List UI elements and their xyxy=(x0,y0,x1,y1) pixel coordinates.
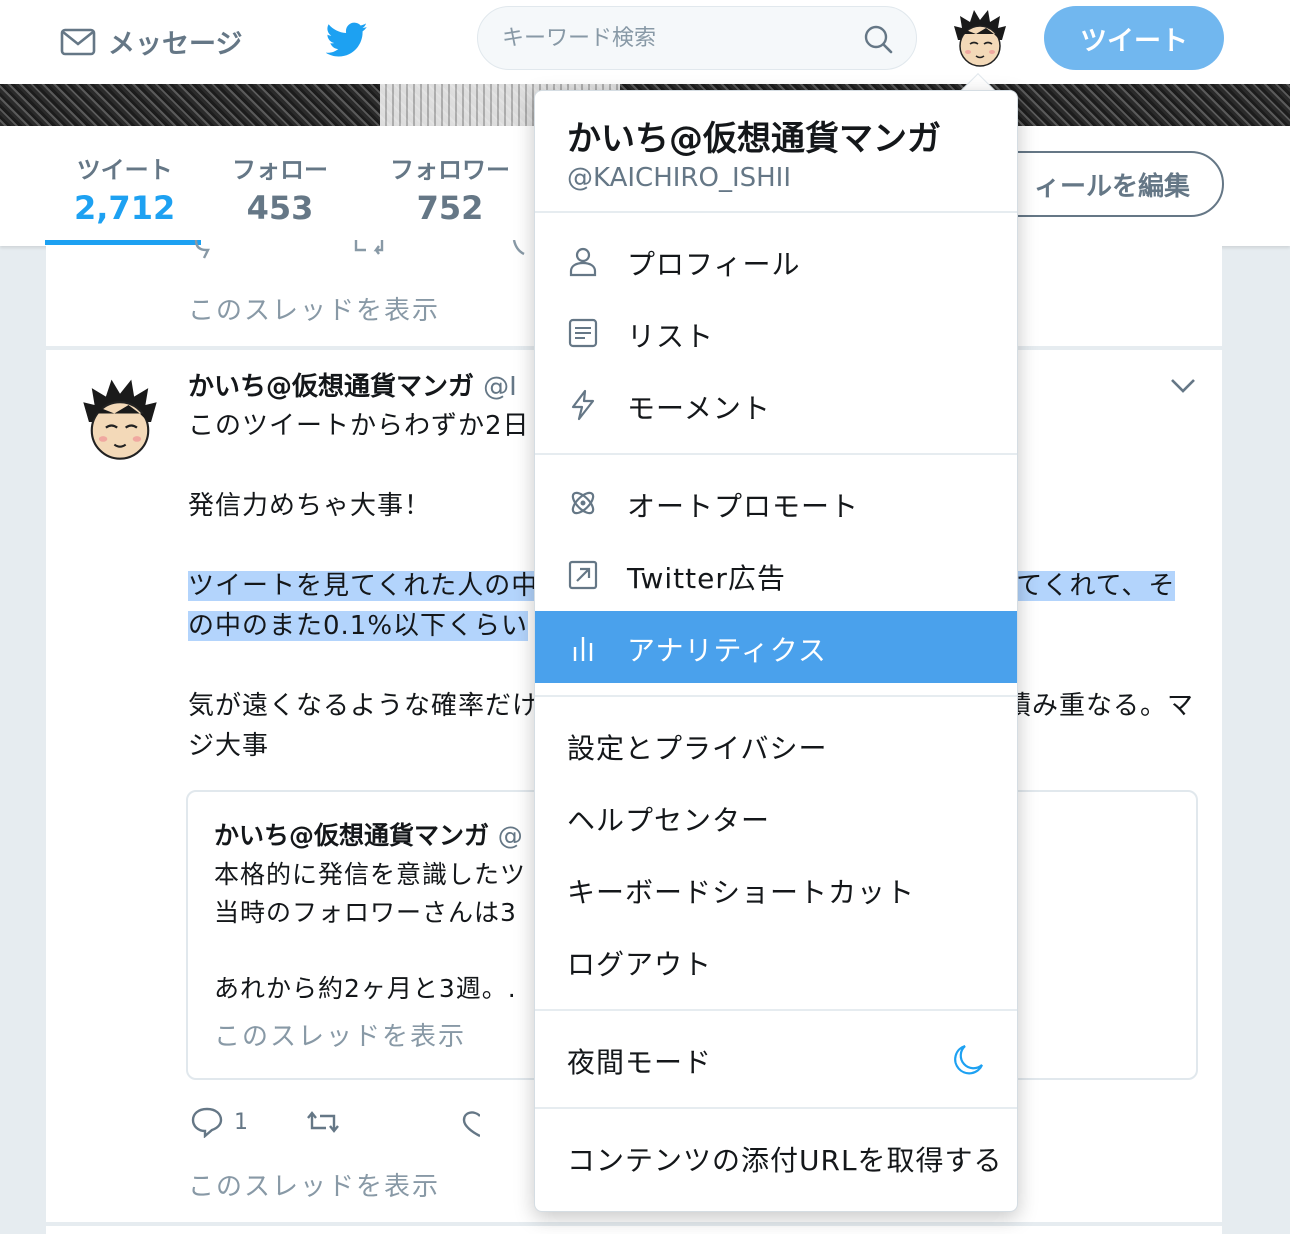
quoted-author-name: かいち@仮想通貨マンガ xyxy=(214,821,490,850)
heart-icon xyxy=(462,1111,480,1138)
menu-item-twitter-ads[interactable]: Twitter広告 xyxy=(535,539,1017,611)
tweet-actions-prev xyxy=(190,240,534,262)
list-icon xyxy=(568,318,598,348)
moon-icon xyxy=(954,1044,984,1075)
quoted-author-handle: @ xyxy=(497,821,523,850)
user-avatar-button[interactable] xyxy=(946,6,1014,74)
tweet-author-name: かいち@仮想通貨マンガ xyxy=(188,372,475,402)
reply-icon[interactable] xyxy=(190,240,224,262)
menu-item-label: ログアウト xyxy=(567,948,713,981)
envelope-icon xyxy=(60,28,96,55)
menu-item-label: リスト xyxy=(627,320,715,353)
quote-line: 本格的に発信を意識したツ xyxy=(214,860,527,889)
menu-item-settings[interactable]: 設定とプライバシー xyxy=(535,709,1017,781)
top-navigation: メッセージ ツイート xyxy=(0,0,1290,84)
messages-link[interactable]: メッセージ xyxy=(60,22,242,61)
menu-user-handle[interactable]: @KAICHIRO_ISHII xyxy=(567,163,791,193)
tweet-actions: 1 xyxy=(190,1106,480,1138)
menu-item-label: ヘルプセンター xyxy=(567,804,771,837)
stat-followers[interactable]: フォロワー 752 xyxy=(390,150,510,227)
chevron-down-icon[interactable] xyxy=(1168,374,1198,396)
menu-item-logout[interactable]: ログアウト xyxy=(535,925,1017,997)
menu-item-get-url[interactable]: コンテンツの添付URLを取得する xyxy=(535,1121,1017,1193)
menu-item-moments[interactable]: モーメント xyxy=(535,369,1017,441)
menu-item-help[interactable]: ヘルプセンター xyxy=(535,781,1017,853)
lightning-icon xyxy=(571,389,595,421)
person-icon xyxy=(569,247,597,277)
like-icon[interactable] xyxy=(512,240,534,262)
menu-user-name[interactable]: かいち@仮想通貨マンガ xyxy=(567,111,941,160)
tweet-author-handle: @I xyxy=(483,372,517,402)
active-tab-indicator xyxy=(45,240,201,245)
highlighted-text: ツイートを見てくれた人の中 xyxy=(188,571,539,601)
highlighted-text: の中のまた0.1%以下くらい xyxy=(188,611,529,641)
tweet-line: 積み重なる。マ xyxy=(1005,691,1195,721)
menu-item-label: Twitter広告 xyxy=(627,562,786,595)
stat-following[interactable]: フォロー 453 xyxy=(232,150,328,227)
quote-line: 当時のフォロワーさんは3 xyxy=(214,898,517,927)
tweet-avatar[interactable] xyxy=(72,374,168,470)
show-thread-link[interactable]: このスレッドを表示 xyxy=(188,290,440,327)
like-action[interactable] xyxy=(460,1106,480,1138)
stat-label: フォロワー xyxy=(390,156,510,184)
tweet-line: ジ大事 xyxy=(188,731,270,761)
menu-divider xyxy=(535,1107,1017,1109)
menu-item-label: アナリティクス xyxy=(627,634,827,667)
menu-item-night-mode[interactable]: 夜間モード xyxy=(535,1023,1017,1095)
retweet-icon[interactable] xyxy=(352,240,386,262)
menu-item-promote-mode[interactable]: オートプロモート xyxy=(535,467,1017,539)
stat-value: 752 xyxy=(416,189,484,227)
reply-count: 1 xyxy=(234,1109,248,1135)
messages-label: メッセージ xyxy=(108,29,243,60)
menu-divider xyxy=(535,1009,1017,1011)
search-icon[interactable] xyxy=(862,23,894,55)
reply-icon xyxy=(191,1107,223,1138)
menu-item-shortcuts[interactable]: キーボードショートカット xyxy=(535,853,1017,925)
avatar-image xyxy=(954,10,1006,67)
external-link-icon xyxy=(568,560,598,590)
avatar-image xyxy=(83,379,157,460)
tweet-button[interactable]: ツイート xyxy=(1044,6,1224,70)
search-box xyxy=(477,6,917,70)
twitter-bird-icon[interactable] xyxy=(326,22,368,58)
search-input[interactable] xyxy=(502,21,842,55)
menu-divider xyxy=(535,453,1017,455)
menu-item-label: コンテンツの添付URLを取得する xyxy=(567,1144,1003,1177)
menu-item-label: キーボードショートカット xyxy=(567,876,916,909)
menu-divider xyxy=(535,695,1017,697)
menu-item-label: オートプロモート xyxy=(627,490,860,523)
menu-item-label: プロフィール xyxy=(627,248,801,281)
show-thread-link[interactable]: このスレッドを表示 xyxy=(214,1016,466,1053)
bar-chart-icon xyxy=(573,637,593,661)
menu-item-label: 夜間モード xyxy=(567,1046,713,1079)
tweet-line: 気が遠くなるような確率だけ xyxy=(188,691,540,721)
promote-icon xyxy=(571,491,595,515)
retweet-action[interactable] xyxy=(306,1106,340,1138)
menu-divider xyxy=(535,211,1017,213)
stat-label: ツイート xyxy=(76,156,173,184)
stat-value: 453 xyxy=(246,189,314,227)
menu-item-analytics[interactable]: アナリティクス xyxy=(535,611,1017,683)
menu-item-profile[interactable]: プロフィール xyxy=(535,225,1017,297)
tweet-separator xyxy=(46,1222,1222,1226)
account-dropdown-menu: かいち@仮想通貨マンガ @KAICHIRO_ISHII プロフィール リスト モ… xyxy=(534,90,1018,1212)
menu-item-lists[interactable]: リスト xyxy=(535,297,1017,369)
menu-item-label: 設定とプライバシー xyxy=(567,732,828,765)
highlighted-text: てくれて、そ xyxy=(1016,571,1176,601)
show-thread-link[interactable]: このスレッドを表示 xyxy=(188,1166,440,1203)
stat-label: フォロー xyxy=(232,156,328,184)
stat-value: 2,712 xyxy=(74,189,176,227)
menu-item-label: モーメント xyxy=(627,392,771,425)
reply-action[interactable]: 1 xyxy=(190,1106,248,1138)
quoted-tweet-author: かいち@仮想通貨マンガ @ xyxy=(214,816,523,852)
stat-tweets[interactable]: ツイート 2,712 xyxy=(74,150,175,227)
retweet-icon xyxy=(307,1111,339,1133)
tweet-author[interactable]: かいち@仮想通貨マンガ @I xyxy=(188,366,517,403)
